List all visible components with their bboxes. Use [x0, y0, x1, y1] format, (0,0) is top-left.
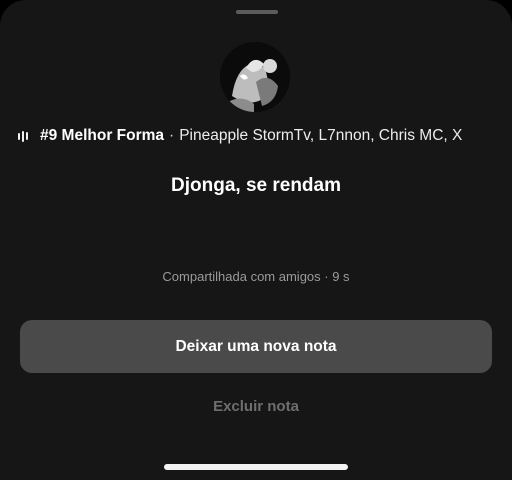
note-bottom-sheet: #9 Melhor Forma · Pineapple StormTv, L7n… [0, 0, 512, 480]
music-attachment[interactable]: #9 Melhor Forma · Pineapple StormTv, L7n… [18, 126, 490, 146]
separator-dot: · [169, 127, 175, 144]
share-status: Compartilhada com amigos · 9 s [162, 269, 350, 284]
home-indicator [164, 464, 348, 470]
delete-note-button[interactable]: Excluir nota [156, 394, 356, 418]
audio-bars-icon [18, 129, 28, 143]
note-text: Djonga, se rendam [171, 175, 341, 196]
leave-new-note-button[interactable]: Deixar uma nova nota [20, 320, 492, 373]
artist-list: Pineapple StormTv, L7nnon, Chris MC, X [179, 127, 463, 144]
sheet-grabber[interactable] [236, 10, 278, 14]
song-title: #9 Melhor Forma [40, 127, 165, 144]
avatar-image [220, 42, 290, 112]
avatar[interactable] [220, 42, 290, 112]
